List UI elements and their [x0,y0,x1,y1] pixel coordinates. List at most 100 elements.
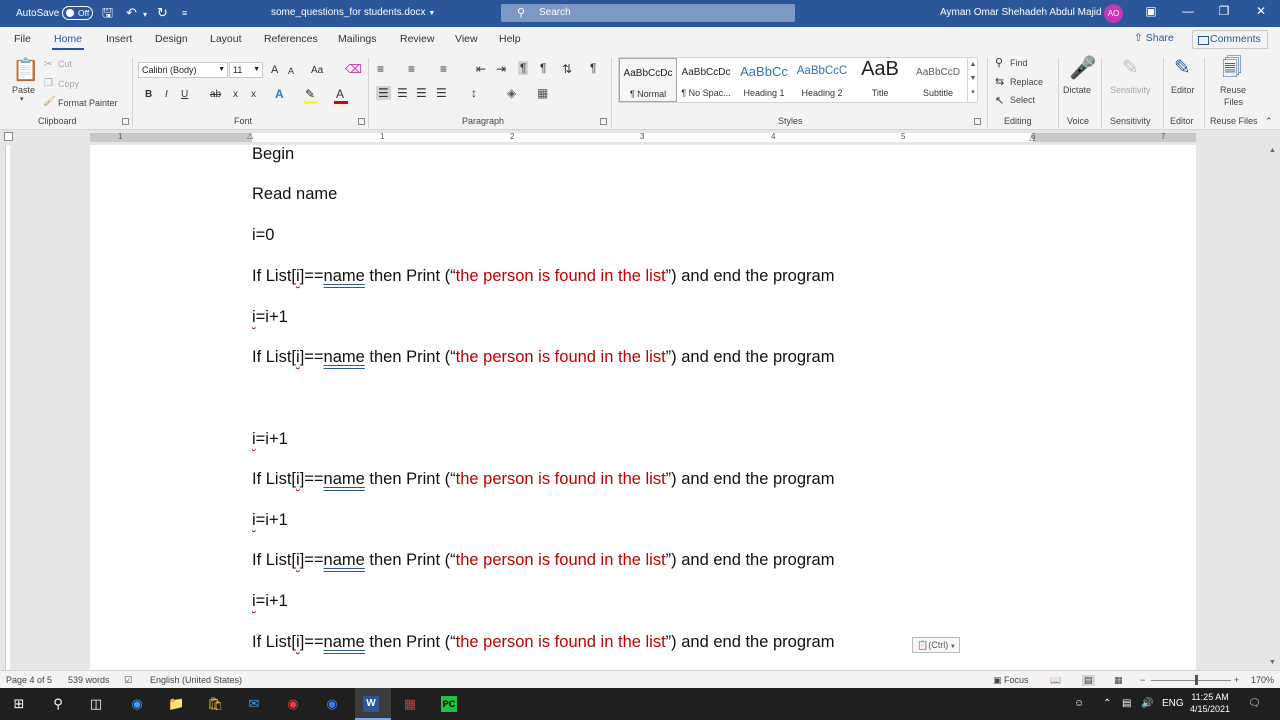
tab-design[interactable]: Design [155,33,188,45]
borders-icon[interactable]: ▦ [537,86,548,100]
restore-icon[interactable]: ❐ [1214,4,1234,18]
redo-icon[interactable]: ↻ [157,4,168,22]
word-icon[interactable]: W [363,696,379,712]
font-size-box[interactable]: 11 ▼ [229,62,263,78]
undo-dropdown-icon[interactable]: ▾ [143,6,147,24]
subscript-button[interactable]: x [233,88,238,102]
tab-insert[interactable]: Insert [106,33,132,45]
replace-button[interactable]: Replace [1010,77,1043,87]
shrink-font-button[interactable]: A [288,64,294,78]
tab-help[interactable]: Help [499,33,521,45]
align-right-icon[interactable]: ☰ [416,86,427,100]
clear-formatting-icon[interactable]: ⌫ [345,62,362,76]
proofing-icon[interactable]: ☑ [124,675,132,686]
underline-button[interactable]: U [181,88,188,102]
bullets-icon[interactable]: ≡ [377,62,384,76]
paste-button[interactable]: Paste [12,85,35,95]
increase-indent-icon[interactable]: ⇥ [496,62,506,76]
tab-selector[interactable] [4,132,13,141]
reuse-files-line1[interactable]: Reuse [1220,85,1246,95]
share-button[interactable]: ⇧ Share [1134,32,1174,44]
page-count[interactable]: Page 4 of 5 [6,675,52,685]
notifications-icon[interactable]: 🗨 [1248,698,1261,709]
italic-button[interactable]: I [165,88,168,102]
scroll-down-icon[interactable]: ▼ [1269,659,1276,666]
tray-chevron-icon[interactable]: ⌃ [1103,698,1111,709]
print-layout-icon[interactable]: ▤ [1082,675,1095,686]
reuse-files-line2[interactable]: Files [1224,97,1243,107]
grow-font-button[interactable]: A [271,63,278,77]
bold-button[interactable]: B [145,88,152,102]
collapse-ribbon-icon[interactable]: ⌃ [1265,114,1273,128]
people-icon[interactable]: ☺ [1074,698,1084,709]
read-mode-icon[interactable]: 📖 [1050,675,1061,686]
clock[interactable]: 11:25 AM 4/15/2021 [1190,691,1230,715]
language-indicator[interactable]: ENG [1162,698,1184,709]
search-icon[interactable]: ⚲ [50,696,66,712]
shading-icon[interactable]: ◈ [507,86,516,100]
select-button[interactable]: Select [1010,95,1035,105]
style-no-spacing[interactable]: AaBbCcDc ¶ No Spac... [677,58,735,102]
undo-icon[interactable]: ↶ [126,4,137,22]
show-formatting-button[interactable]: ¶ [590,61,596,75]
close-icon[interactable]: ✕ [1251,4,1271,18]
zoom-out-icon[interactable]: − [1140,675,1145,685]
reuse-files-icon[interactable]: 🗐 [1222,56,1242,80]
network-icon[interactable]: ▤ [1122,698,1131,709]
comments-button[interactable]: Comments [1192,30,1268,49]
store-icon[interactable]: 🛍 [207,696,224,712]
zoom-in-icon[interactable]: + [1234,675,1239,685]
font-color-button[interactable]: A [336,87,344,101]
microphone-icon[interactable]: 🎤 [1069,56,1096,80]
styles-scroll[interactable]: ▲ ▼ ▾ [967,58,978,102]
focus-button[interactable]: ▣ Focus [993,675,1029,686]
replace-icon[interactable]: ⇆ [995,75,1004,89]
dictate-button[interactable]: Dictate [1063,85,1091,95]
align-center-icon[interactable]: ☰ [397,86,408,100]
tab-home[interactable]: Home [51,33,85,50]
rtl-icon[interactable]: ¶ [540,61,546,75]
find-icon[interactable]: ⚲ [995,56,1003,70]
tab-review[interactable]: Review [400,33,434,45]
justify-icon[interactable]: ☰ [436,86,447,100]
style-normal[interactable]: AaBbCcDc ¶ Normal [619,58,677,102]
change-case-button[interactable]: Aa [311,64,323,78]
minimize-icon[interactable]: — [1178,4,1198,18]
zoom-slider-thumb[interactable] [1195,675,1198,685]
sort-icon[interactable]: ⇅ [562,62,572,76]
document-title[interactable]: some_questions_for students.docx ▼ [271,7,435,18]
customize-toolbar-icon[interactable]: ≡ [182,4,187,22]
line-spacing-icon[interactable]: ↕ [471,86,477,100]
archive-icon[interactable]: ▦ [402,696,418,712]
style-subtitle[interactable]: AaBbCcD Subtitle [909,58,967,102]
vertical-scrollbar[interactable]: ▲ ▼ [1266,145,1280,670]
paste-options-button[interactable]: 📋(Ctrl) ▼ [912,637,960,653]
horizontal-ruler[interactable]: 1 1 2 3 4 5 6 7 △ △ [0,130,1280,145]
document-page[interactable]: Begin Read name i=0 If List[i]==name the… [90,145,1196,670]
autosave-toggle[interactable]: Off [62,6,93,20]
ltr-icon[interactable]: ¶ [518,61,529,75]
style-title[interactable]: AaB Title [851,58,909,102]
web-layout-icon[interactable]: ▦ [1114,675,1123,686]
select-icon[interactable]: ↖ [995,94,1004,108]
word-count[interactable]: 539 words [68,675,110,685]
editor-button[interactable]: Editor [1171,85,1195,95]
strikethrough-button[interactable]: ab [210,88,221,102]
clipboard-launcher-icon[interactable] [122,118,129,125]
find-button[interactable]: Find [1010,58,1028,68]
paste-dropdown-icon[interactable]: ▾ [20,95,24,103]
zoom-slider-track[interactable] [1151,680,1231,681]
decrease-indent-icon[interactable]: ⇤ [476,62,486,76]
paragraph-launcher-icon[interactable] [600,118,607,125]
indent-marker-icon[interactable]: △ [247,131,253,140]
paste-icon[interactable]: 📋 [12,58,39,82]
search-box[interactable]: ⚲ Search [501,4,795,22]
tab-references[interactable]: References [264,33,318,45]
highlight-icon[interactable]: ✎ [305,87,315,101]
language-indicator[interactable]: English (United States) [150,675,242,685]
style-heading-1[interactable]: AaBbCc Heading 1 [735,58,793,102]
right-indent-marker-icon[interactable]: △ [1029,133,1035,142]
user-name[interactable]: Ayman Omar Shehadeh Abdul Majid [940,7,1102,18]
windows-start-icon[interactable]: ⊞ [11,696,27,712]
editor-icon[interactable]: ✎ [1174,56,1191,80]
